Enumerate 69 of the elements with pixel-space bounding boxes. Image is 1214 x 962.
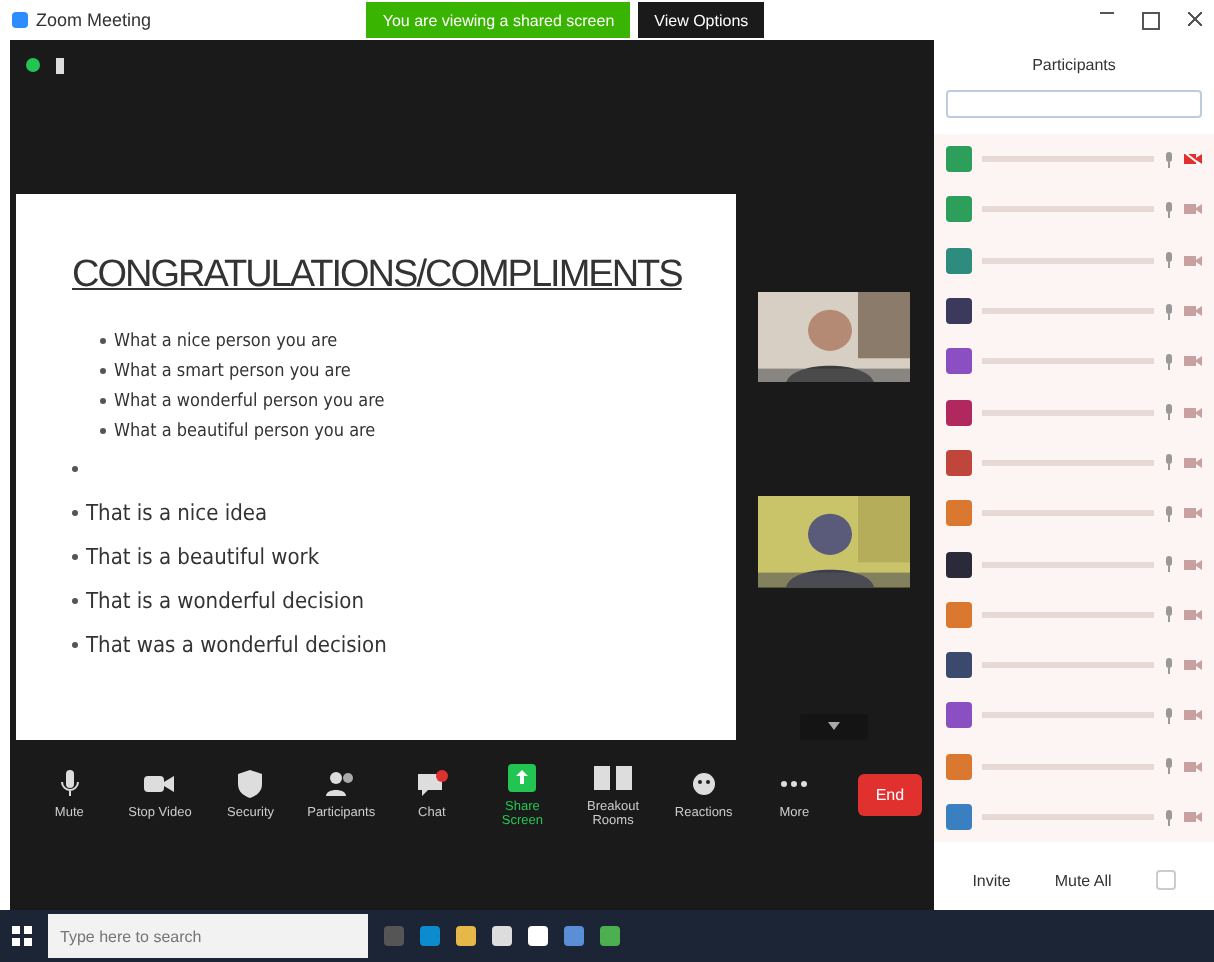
bullet-icon: [72, 641, 78, 647]
panel-button[interactable]: Mute All: [1054, 870, 1112, 890]
share-screen-icon: [508, 763, 537, 791]
bullet-icon: [100, 428, 106, 434]
video-camera-icon: [143, 770, 176, 798]
video-camera-icon[interactable]: [1184, 202, 1202, 217]
video-camera-icon[interactable]: [1184, 658, 1202, 673]
bullet-text: What a nice person you are: [114, 331, 338, 351]
microphone-icon[interactable]: [1164, 606, 1174, 623]
microphone-icon[interactable]: [1164, 809, 1174, 825]
bullet-icon: [72, 509, 78, 515]
search-field[interactable]: Type here to search: [48, 914, 368, 958]
microphone-icon[interactable]: [1164, 505, 1174, 522]
video-camera-icon[interactable]: [1184, 708, 1202, 723]
window-title: Zoom Meeting: [36, 10, 152, 30]
bullet-text: What a smart person you are: [114, 361, 351, 381]
zoom-logo-icon: [12, 12, 28, 28]
video-camera-icon[interactable]: [1184, 607, 1202, 622]
microphone-icon[interactable]: [1164, 404, 1174, 421]
caret-icon: [828, 720, 840, 733]
breakout-rooms-icon: [593, 763, 634, 791]
bullet-text: What a beautiful person you are: [114, 421, 376, 441]
bullet-text: That is a wonderful decision: [86, 587, 364, 613]
maximize-icon[interactable]: [1142, 11, 1160, 29]
bullet-icon: [100, 338, 106, 344]
microphone-icon[interactable]: [1164, 201, 1174, 218]
microphone-icon[interactable]: [1164, 353, 1174, 370]
bullet-icon: [100, 368, 106, 374]
windows-start-icon[interactable]: [12, 926, 32, 946]
search-field[interactable]: [946, 90, 1202, 118]
next-page-button[interactable]: [800, 713, 868, 740]
panel-button[interactable]: Invite: [972, 870, 1011, 890]
smiley-icon: [691, 770, 716, 798]
microphone-icon[interactable]: [1164, 657, 1174, 674]
video-camera-icon[interactable]: [1184, 455, 1202, 470]
chat-icon: [415, 770, 448, 798]
video-camera-icon[interactable]: [1184, 405, 1202, 420]
microphone-icon[interactable]: [1164, 303, 1174, 320]
slide-title: CONGRATULATIONS/COMPLIMENTS: [72, 254, 682, 298]
share-banner: You are viewing a shared screen: [366, 2, 631, 38]
video-camera-icon[interactable]: [1184, 304, 1202, 319]
bullet-text: That is a beautiful work: [86, 543, 320, 569]
video-camera-icon[interactable]: [1184, 759, 1202, 774]
bullet-icon: [100, 398, 106, 404]
bullet-text: That is a nice idea: [86, 499, 268, 525]
video-camera-icon[interactable]: [1184, 506, 1202, 521]
video-camera-icon[interactable]: [1184, 354, 1202, 369]
microphone-icon[interactable]: [1164, 707, 1174, 724]
microphone-icon: [59, 770, 80, 798]
people-icon: [325, 770, 358, 798]
video-camera-icon[interactable]: [1184, 810, 1202, 824]
bullet-icon: [72, 597, 78, 603]
bullet-text: What a wonderful person you are: [114, 391, 385, 411]
bullet-text: That was a wonderful decision: [86, 631, 387, 657]
video-camera-icon[interactable]: [1184, 557, 1202, 572]
microphone-icon[interactable]: [1164, 151, 1174, 168]
microphone-icon[interactable]: [1164, 758, 1174, 775]
view-options-button[interactable]: View Options: [638, 2, 765, 38]
microphone-icon[interactable]: [1164, 556, 1174, 573]
minimize-icon[interactable]: [1100, 11, 1114, 13]
microphone-icon[interactable]: [1164, 252, 1174, 269]
microphone-icon[interactable]: [1164, 454, 1174, 471]
end-button[interactable]: End: [857, 774, 923, 816]
panel-title: Participants: [1030, 56, 1118, 74]
bullet-icon: [72, 465, 78, 471]
video-camera-icon[interactable]: [1184, 253, 1202, 268]
video-off-icon[interactable]: [1184, 152, 1202, 167]
bullet-icon: [72, 553, 78, 559]
close-icon[interactable]: [1188, 11, 1202, 25]
